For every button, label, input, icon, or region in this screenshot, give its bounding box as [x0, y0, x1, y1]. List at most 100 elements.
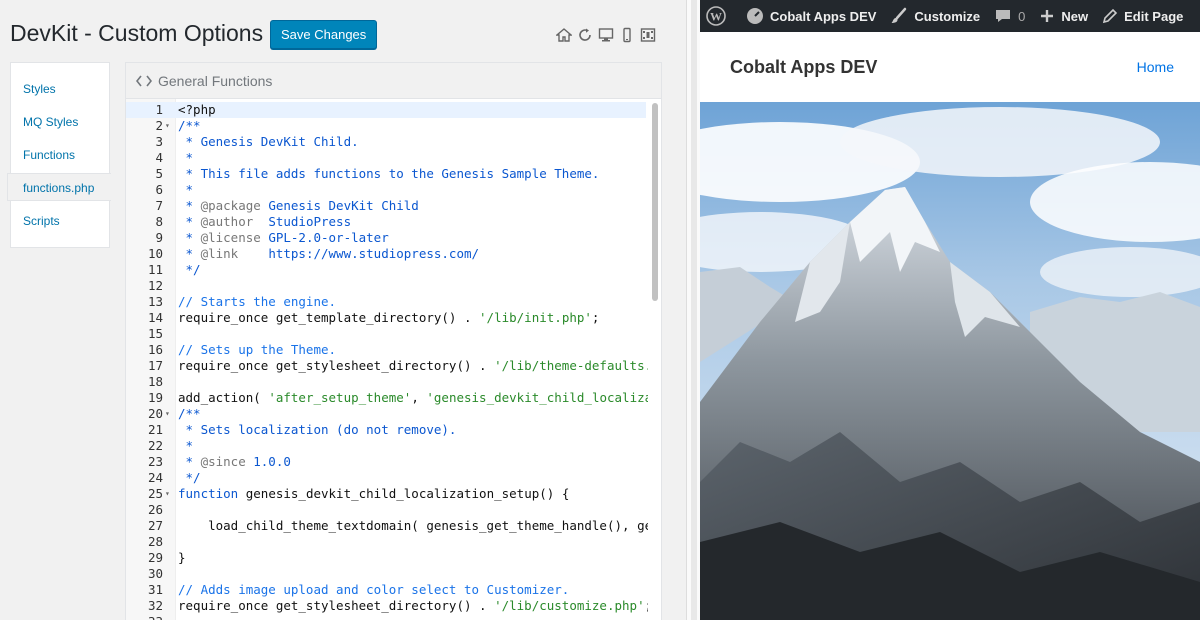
site-header: Cobalt Apps DEV Home [700, 32, 1200, 102]
line-number: 11 [147, 262, 163, 277]
admin-bar-customize[interactable]: Customize [883, 0, 987, 32]
admin-bar-comments[interactable]: 0 [987, 0, 1032, 32]
code-line[interactable]: 26 [126, 502, 646, 518]
line-number: 13 [147, 294, 163, 309]
line-number: 24 [147, 470, 163, 485]
code-line[interactable]: 21 * Sets localization (do not remove). [126, 422, 646, 438]
editor-scrollbar[interactable] [652, 103, 658, 301]
panel-header: General Functions [126, 63, 661, 99]
line-number: 32 [147, 598, 163, 613]
code-line[interactable]: 2 ▾/** [126, 118, 646, 134]
code-line[interactable]: 1 <?php [126, 102, 646, 118]
fold-toggle-icon[interactable]: ▾ [165, 486, 175, 502]
line-number: 18 [147, 374, 163, 389]
line-number: 4 [155, 150, 163, 165]
code-text: * Genesis DevKit Child. [178, 134, 359, 149]
devkit-admin-pane: DevKit - Custom Options Save Changes Sty… [0, 0, 686, 620]
home-icon[interactable] [555, 26, 573, 44]
site-title[interactable]: Cobalt Apps DEV [730, 57, 877, 78]
line-number: 7 [155, 198, 163, 213]
pencil-icon [1103, 8, 1118, 24]
code-line[interactable]: 11 */ [126, 262, 646, 278]
code-text: } [178, 550, 186, 565]
code-line[interactable]: 15 [126, 326, 646, 342]
sidebar-item-styles[interactable]: Styles [23, 82, 56, 96]
code-line[interactable]: 30 [126, 566, 646, 582]
nav-home-link[interactable]: Home [1137, 59, 1174, 75]
line-number: 33 [126, 614, 163, 620]
code-text: * @package Genesis DevKit Child [178, 198, 419, 213]
pane-divider[interactable] [686, 0, 700, 620]
code-line[interactable]: 22 * [126, 438, 646, 454]
code-line[interactable]: 16 // Sets up the Theme. [126, 342, 646, 358]
wordpress-logo-icon[interactable]: W [700, 0, 739, 32]
code-line[interactable]: 19 add_action( 'after_setup_theme', 'gene… [126, 390, 648, 406]
code-line[interactable]: 4 * [126, 150, 646, 166]
code-line[interactable]: 23 * @since 1.0.0 [126, 454, 646, 470]
code-line[interactable]: 12 [126, 278, 646, 294]
code-text: */ [178, 262, 201, 277]
fold-toggle-icon[interactable]: ▾ [165, 118, 175, 134]
sidebar-item-scripts[interactable]: Scripts [23, 214, 60, 228]
site-preview-pane: W Cobalt Apps DEV Customize 0 New Edit P… [700, 0, 1200, 620]
code-line[interactable]: 28 [126, 534, 646, 550]
desktop-icon[interactable] [597, 26, 615, 44]
comment-icon [996, 10, 1011, 22]
line-number: 5 [155, 166, 163, 181]
code-line[interactable]: 25 ▾ function genesis_devkit_child_localiz… [126, 486, 646, 502]
code-line[interactable]: 17 require_once get_stylesheet_directory(… [126, 358, 648, 374]
sidebar-item-mq-styles[interactable]: MQ Styles [23, 115, 78, 129]
code-text: // Starts the engine. [178, 294, 337, 309]
code-line[interactable]: 24 */ [126, 470, 646, 486]
fold-toggle-icon[interactable]: ▾ [165, 406, 175, 422]
sidebar-item-functions-php[interactable]: functions.php [7, 173, 111, 201]
refresh-icon[interactable] [576, 26, 594, 44]
code-text: * Sets localization (do not remove). [178, 422, 457, 437]
code-text: * [178, 438, 194, 453]
code-line[interactable]: 18 [126, 374, 646, 390]
code-line[interactable]: 5 * This file adds functions to the Gene… [126, 166, 646, 182]
panel-title: General Functions [158, 72, 273, 89]
code-text: // Adds image upload and color select to… [178, 582, 570, 597]
line-number: 10 [147, 246, 163, 261]
line-number: 29 [147, 550, 163, 565]
code-line[interactable]: 10 * @link https://www.studiopress.com/ [126, 246, 646, 262]
save-changes-button[interactable]: Save Changes [270, 20, 378, 49]
code-line[interactable]: 3 * Genesis DevKit Child. [126, 134, 646, 150]
code-editor[interactable]: 1 <?php 2 ▾/** 3 * Genesis DevKit Child. 4 * 5… [126, 99, 661, 620]
code-line[interactable]: 32 require_once get_stylesheet_directory(… [126, 598, 648, 614]
code-text: * @since 1.0.0 [178, 454, 291, 469]
options-sidebar: Styles MQ Styles Functions functions.php… [7, 62, 111, 248]
code-text: * [178, 150, 194, 165]
code-line[interactable]: 8 * @author StudioPress [126, 214, 646, 230]
code-line[interactable]: 27 load_child_theme_textdomain( genesis_… [126, 518, 648, 534]
admin-bar-site-name[interactable]: Cobalt Apps DEV [739, 0, 883, 32]
code-line[interactable]: 13 // Starts the engine. [126, 294, 646, 310]
code-line[interactable]: 9 * @license GPL-2.0-or-later [126, 230, 646, 246]
code-line[interactable]: 7 * @package Genesis DevKit Child [126, 198, 646, 214]
code-line[interactable]: 29} [126, 550, 646, 566]
wp-admin-bar: W Cobalt Apps DEV Customize 0 New Edit P… [700, 0, 1200, 32]
line-number: 22 [147, 438, 163, 453]
admin-bar-new[interactable]: New [1032, 0, 1095, 32]
code-line[interactable]: 14 require_once get_template_directory() … [126, 310, 646, 326]
line-number: 25 [147, 486, 163, 501]
code-line[interactable]: 33 [126, 614, 646, 620]
line-number: 2 [155, 118, 163, 133]
film-icon[interactable] [639, 26, 657, 44]
code-text: * This file adds functions to the Genesi… [178, 166, 600, 181]
sidebar-item-functions[interactable]: Functions [23, 148, 75, 162]
code-line[interactable]: 20 ▾/** [126, 406, 646, 422]
code-text: <?php [178, 102, 216, 117]
line-number: 21 [147, 422, 163, 437]
admin-bar-edit-page[interactable]: Edit Page [1095, 0, 1190, 32]
code-line[interactable]: 6 * [126, 182, 646, 198]
brush-icon [891, 7, 907, 23]
line-number: 17 [147, 358, 163, 373]
line-number: 14 [147, 310, 163, 325]
code-line[interactable]: 31 // Adds image upload and color select … [126, 582, 646, 598]
mobile-icon[interactable] [618, 26, 636, 44]
page-title: DevKit - Custom Options [10, 20, 264, 46]
line-number: 27 [147, 518, 163, 533]
line-number: 1 [155, 102, 163, 117]
